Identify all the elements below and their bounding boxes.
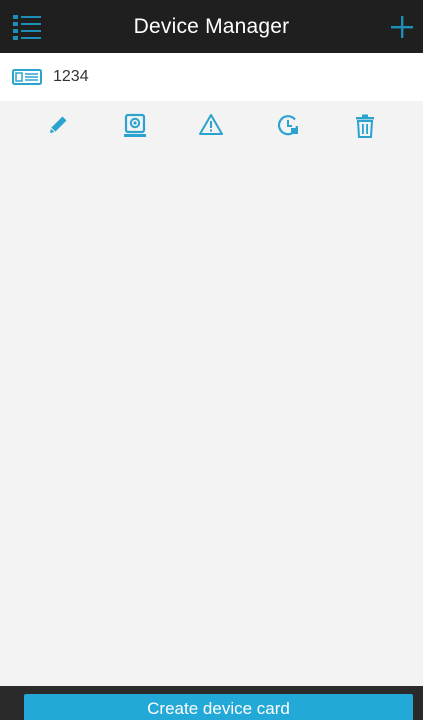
add-device-button[interactable]	[385, 10, 419, 44]
clock-icon	[278, 115, 299, 136]
plus-icon	[391, 16, 413, 38]
trash-icon	[355, 114, 374, 138]
delete-device-button[interactable]	[333, 113, 397, 139]
device-name: 1234	[53, 68, 89, 85]
device-list-item[interactable]: 1234	[0, 53, 423, 101]
create-device-card-button[interactable]: Create device card	[24, 694, 413, 720]
header-bar: Device Manager	[0, 0, 423, 53]
page-title: Device Manager	[133, 14, 290, 38]
dvr-device-icon	[12, 69, 42, 85]
menu-button[interactable]	[10, 12, 44, 42]
alarm-button[interactable]	[179, 113, 243, 137]
warning-icon	[199, 114, 224, 135]
playback-button[interactable]	[256, 113, 320, 139]
device-icon-wrap	[11, 66, 43, 88]
device-actions	[0, 101, 423, 159]
live-view-button[interactable]	[103, 113, 167, 139]
camera-icon	[123, 113, 146, 137]
pencil-icon	[50, 116, 67, 133]
device-manager-screen: Device Manager 1234 Create device card	[0, 0, 423, 720]
edit-device-button[interactable]	[26, 113, 90, 137]
list-menu-icon	[13, 15, 41, 40]
